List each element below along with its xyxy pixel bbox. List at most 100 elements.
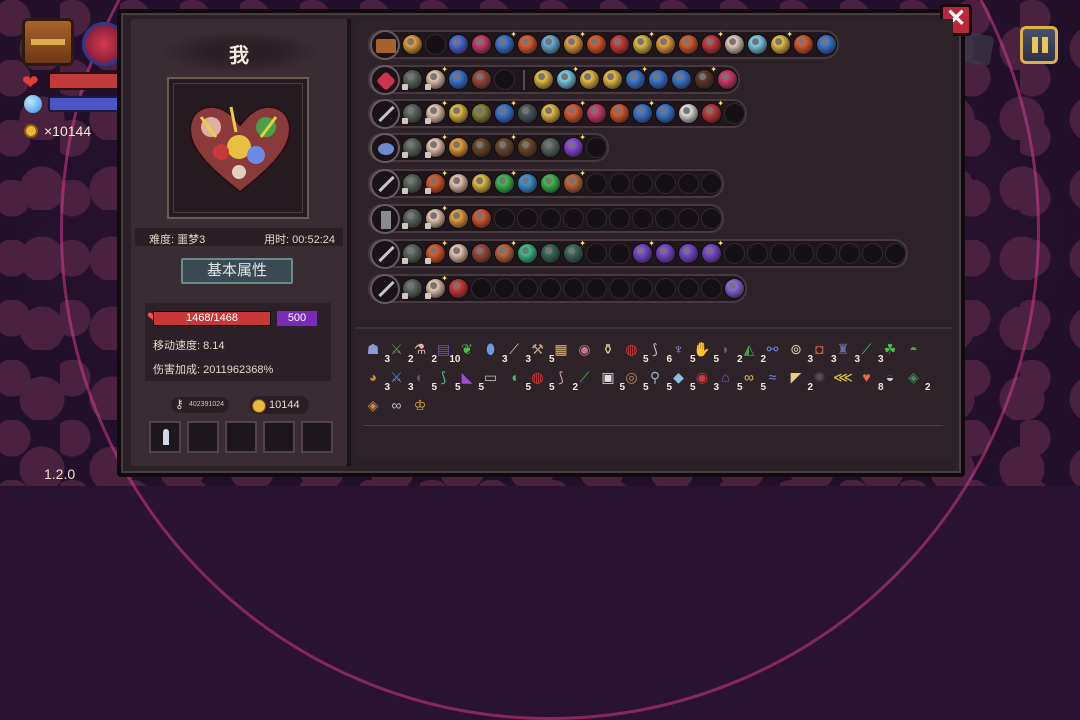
- upgrade-rune-icon[interactable]: [694, 65, 717, 90]
- upgrade-rune-icon[interactable]: [425, 65, 448, 90]
- upgrade-rune-icon[interactable]: [448, 173, 469, 194]
- weapon-hammer-icon[interactable]: [370, 203, 400, 234]
- inventory-item-icon[interactable]: ◗ 2: [716, 339, 742, 365]
- upgrade-rune-icon[interactable]: [579, 69, 600, 90]
- upgrade-rune-icon[interactable]: [494, 239, 517, 264]
- inventory-item-icon[interactable]: ◐ 5: [410, 367, 437, 393]
- upgrade-rune-icon[interactable]: [402, 103, 423, 124]
- upgrade-rune-icon[interactable]: [425, 239, 448, 264]
- inventory-item-icon[interactable]: ◆ 5: [669, 367, 695, 393]
- upgrade-rune-icon[interactable]: [471, 208, 492, 229]
- upgrade-rune-icon[interactable]: [586, 103, 607, 124]
- inventory-item-icon[interactable]: ♔: [410, 395, 430, 415]
- upgrade-rune-icon[interactable]: [402, 34, 423, 55]
- upgrade-rune-icon[interactable]: [602, 69, 623, 90]
- upgrade-rune-icon[interactable]: [678, 34, 699, 55]
- upgrade-rune-icon[interactable]: [448, 69, 469, 90]
- inventory-item-icon[interactable]: ✋ 5: [692, 339, 719, 365]
- upgrade-rune-icon[interactable]: [494, 133, 517, 158]
- upgrade-rune-icon[interactable]: [609, 34, 630, 55]
- inventory-item-icon[interactable]: ◉ 3: [692, 367, 719, 393]
- upgrade-rune-icon[interactable]: [724, 278, 745, 299]
- inventory-item-icon[interactable]: ◉: [575, 339, 595, 359]
- upgrade-rune-icon[interactable]: [517, 103, 538, 124]
- upgrade-rune-icon[interactable]: [471, 173, 492, 194]
- upgrade-rune-icon[interactable]: [625, 65, 648, 90]
- upgrade-rune-icon[interactable]: [517, 173, 538, 194]
- inventory-item-icon[interactable]: ☗ 3: [363, 339, 390, 365]
- inventory-item-icon[interactable]: ⬮ 3: [481, 339, 507, 365]
- inventory-item-icon[interactable]: ◈: [363, 395, 383, 415]
- upgrade-rune-icon[interactable]: [425, 99, 448, 124]
- upgrade-rune-icon[interactable]: [655, 103, 676, 124]
- upgrade-rune-icon[interactable]: [655, 34, 676, 55]
- upgrade-rune-icon[interactable]: [448, 103, 469, 124]
- inventory-item-icon[interactable]: ⟋ 3: [857, 339, 884, 365]
- upgrade-rune-icon[interactable]: [540, 243, 561, 264]
- upgrade-rune-icon[interactable]: [425, 204, 448, 229]
- inventory-item-icon[interactable]: ◎ 5: [622, 367, 648, 393]
- inventory-item-icon[interactable]: ❦: [457, 339, 477, 359]
- help-icon[interactable]: [961, 31, 995, 67]
- upgrade-rune-icon[interactable]: [471, 34, 492, 55]
- upgrade-rune-icon[interactable]: [540, 137, 561, 158]
- upgrade-rune-icon[interactable]: [655, 243, 676, 264]
- consumable-slot[interactable]: [301, 421, 333, 453]
- inventory-item-icon[interactable]: ⊚ 3: [786, 339, 813, 365]
- upgrade-rune-icon[interactable]: [793, 34, 814, 55]
- weapon-sword-icon[interactable]: [370, 238, 400, 269]
- upgrade-rune-icon[interactable]: [471, 137, 492, 158]
- inventory-item-icon[interactable]: ⟆ 2: [551, 367, 578, 393]
- consumable-slot-potion[interactable]: [149, 421, 181, 453]
- weapon-sword-icon[interactable]: [370, 273, 400, 304]
- inventory-item-icon[interactable]: ⚯: [763, 339, 783, 359]
- upgrade-rune-icon[interactable]: [517, 243, 538, 264]
- inventory-item-icon[interactable]: ⚲ 5: [645, 367, 672, 393]
- upgrade-rune-icon[interactable]: [494, 30, 517, 55]
- inventory-item-icon[interactable]: ≈: [763, 367, 783, 387]
- upgrade-rune-icon[interactable]: [471, 69, 492, 90]
- upgrade-rune-icon[interactable]: [448, 137, 469, 158]
- upgrade-rune-icon[interactable]: [540, 173, 561, 194]
- upgrade-rune-icon[interactable]: [563, 133, 586, 158]
- inventory-item-icon[interactable]: ◒: [880, 367, 900, 387]
- upgrade-rune-icon[interactable]: [402, 137, 423, 158]
- upgrade-rune-icon[interactable]: [717, 69, 738, 90]
- inventory-item-icon[interactable]: ⌂ 5: [716, 367, 742, 393]
- inventory-item-icon[interactable]: ⚔ 3: [387, 367, 413, 393]
- inventory-item-icon[interactable]: ⚒ 5: [528, 339, 554, 365]
- inventory-item-icon[interactable]: ⋘: [833, 367, 853, 387]
- inventory-item-icon[interactable]: ☘: [880, 339, 900, 359]
- upgrade-rune-icon[interactable]: [701, 239, 724, 264]
- consumable-slot[interactable]: [263, 421, 295, 453]
- upgrade-rune-icon[interactable]: [425, 274, 448, 299]
- upgrade-rune-icon[interactable]: [671, 69, 692, 90]
- upgrade-rune-icon[interactable]: [402, 69, 423, 90]
- upgrade-rune-icon[interactable]: [632, 30, 655, 55]
- upgrade-rune-icon[interactable]: [402, 278, 423, 299]
- chest-icon[interactable]: [22, 18, 74, 66]
- inventory-item-icon[interactable]: ◤ 2: [786, 367, 813, 393]
- upgrade-rune-icon[interactable]: [724, 34, 745, 55]
- upgrade-rune-icon[interactable]: [586, 34, 607, 55]
- upgrade-rune-icon[interactable]: [563, 30, 586, 55]
- upgrade-rune-icon[interactable]: [609, 103, 630, 124]
- upgrade-rune-icon[interactable]: [448, 243, 469, 264]
- inventory-item-icon[interactable]: ⚗ 2: [410, 339, 437, 365]
- upgrade-rune-icon[interactable]: [448, 34, 469, 55]
- inventory-item-icon[interactable]: ⟆ 5: [434, 367, 461, 393]
- inventory-item-icon[interactable]: ∞: [387, 395, 407, 415]
- upgrade-rune-icon[interactable]: [425, 133, 448, 158]
- weapon-sword-icon[interactable]: [370, 168, 400, 199]
- upgrade-rune-icon[interactable]: [448, 208, 469, 229]
- inventory-item-icon[interactable]: ♆ 5: [669, 339, 695, 365]
- inventory-item-icon[interactable]: ♥ 8: [857, 367, 883, 393]
- inventory-item-icon[interactable]: ▦: [551, 339, 571, 359]
- inventory-item-icon[interactable]: ▭: [481, 367, 501, 387]
- inventory-item-icon[interactable]: ◓: [904, 339, 924, 359]
- upgrade-rune-icon[interactable]: [494, 99, 517, 124]
- upgrade-rune-icon[interactable]: [648, 69, 669, 90]
- inventory-item-icon[interactable]: ◣ 5: [457, 367, 484, 393]
- weapon-chest-icon[interactable]: [370, 29, 400, 60]
- inventory-item-icon[interactable]: ▤ 10: [434, 339, 461, 365]
